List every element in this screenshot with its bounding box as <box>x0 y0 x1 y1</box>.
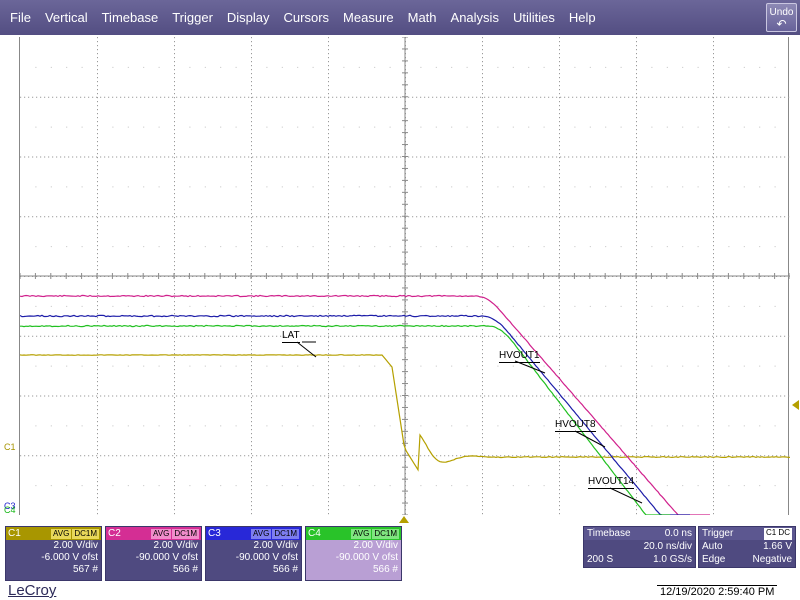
trace-label-hvout8[interactable]: HVOUT8 <box>555 420 596 432</box>
trigger-slope: Negative <box>752 554 792 565</box>
grid-center-ticks <box>20 37 790 515</box>
trace-label-lat[interactable]: LAT <box>282 331 300 343</box>
menu-bar: File Vertical Timebase Trigger Display C… <box>0 0 800 35</box>
trigger-source-tag: C1 DC <box>763 528 792 540</box>
timebase-scale: 20.0 ns/div <box>643 541 692 552</box>
avg-tag: AVG <box>251 528 272 539</box>
channel-offset: -90.000 V ofst <box>135 552 198 563</box>
menu-help[interactable]: Help <box>562 0 603 35</box>
menu-cursors[interactable]: Cursors <box>277 0 337 35</box>
channel-count: 566 # <box>172 564 198 575</box>
channel-descriptor-c4[interactable]: C4 AVG DC1M 2.00 V/div -90.000 V ofst 56… <box>305 526 402 581</box>
channel-descriptor-c3[interactable]: C3 AVG DC1M 2.00 V/div -90.000 V ofst 56… <box>205 526 302 581</box>
menu-analysis[interactable]: Analysis <box>444 0 506 35</box>
trace-label-hvout1[interactable]: HVOUT1 <box>499 351 540 363</box>
timebase-descriptor[interactable]: Timebase 0.0 ns 20.0 ns/div 200 S 1.0 GS… <box>583 526 696 568</box>
menu-vertical[interactable]: Vertical <box>38 0 95 35</box>
channel-scale: 2.00 V/div <box>53 540 98 551</box>
menu-file[interactable]: File <box>0 0 38 35</box>
channel-count: 567 # <box>72 564 98 575</box>
avg-tag: AVG <box>351 528 372 539</box>
trigger-level: 1.66 V <box>763 541 792 552</box>
trigger-descriptor[interactable]: Trigger C1 DC Auto 1.66 V Edge Negative <box>698 526 796 568</box>
channel-name: C4 <box>308 528 321 539</box>
menu-measure[interactable]: Measure <box>336 0 401 35</box>
trigger-label: Trigger <box>702 528 734 539</box>
channel-name: C1 <box>8 528 21 539</box>
waveform-display[interactable] <box>20 37 790 515</box>
avg-tag: AVG <box>51 528 72 539</box>
menu-trigger[interactable]: Trigger <box>165 0 220 35</box>
channel-scale: 2.00 V/div <box>353 540 398 551</box>
trigger-mode: Auto <box>702 541 723 552</box>
coupling-tag: DC1M <box>272 528 299 539</box>
timebase-delay: 0.0 ns <box>664 528 692 539</box>
timebase-rate: 1.0 GS/s <box>653 554 692 565</box>
waveform-grid[interactable] <box>19 37 790 515</box>
channel-offset: -90.000 V ofst <box>335 552 398 563</box>
channel-descriptor-c1[interactable]: C1 AVG DC1M 2.00 V/div -6.000 V ofst 567… <box>5 526 102 581</box>
channel-count: 566 # <box>272 564 298 575</box>
timebase-label: Timebase <box>587 528 631 539</box>
c1-ground-marker[interactable]: C1 <box>4 443 16 452</box>
menu-timebase[interactable]: Timebase <box>95 0 166 35</box>
timebase-samples: 200 S <box>587 554 614 565</box>
undo-button[interactable]: Undo ↶ <box>766 3 797 32</box>
coupling-tag: DC1M <box>72 528 99 539</box>
date-time-readout: 12/19/2020 2:59:40 PM <box>657 585 778 598</box>
channel-offset: -6.000 V ofst <box>41 552 98 563</box>
menu-utilities[interactable]: Utilities <box>506 0 562 35</box>
trace-label-hvout14[interactable]: HVOUT14 <box>588 477 635 489</box>
channel-name: C2 <box>108 528 121 539</box>
coupling-tag: DC1M <box>372 528 399 539</box>
trigger-type: Edge <box>702 554 726 565</box>
lecroy-logo: LeCroy <box>8 582 56 599</box>
trigger-time-marker[interactable] <box>399 516 409 523</box>
channel-count: 566 # <box>372 564 398 575</box>
channel-scale: 2.00 V/div <box>153 540 198 551</box>
avg-tag: AVG <box>151 528 172 539</box>
coupling-tag: DC1M <box>172 528 199 539</box>
channel-scale: 2.00 V/div <box>253 540 298 551</box>
channel-descriptor-c2[interactable]: C2 AVG DC1M 2.00 V/div -90.000 V ofst 56… <box>105 526 202 581</box>
brand-text: LeCroy <box>8 582 57 599</box>
trigger-level-marker[interactable] <box>792 400 799 410</box>
channel-offset: -90.000 V ofst <box>235 552 298 563</box>
undo-arrow-icon: ↶ <box>776 17 787 31</box>
menu-display[interactable]: Display <box>220 0 277 35</box>
channel-name: C3 <box>208 528 221 539</box>
c4-ground-marker[interactable]: C4 <box>4 506 16 515</box>
menu-math[interactable]: Math <box>401 0 444 35</box>
